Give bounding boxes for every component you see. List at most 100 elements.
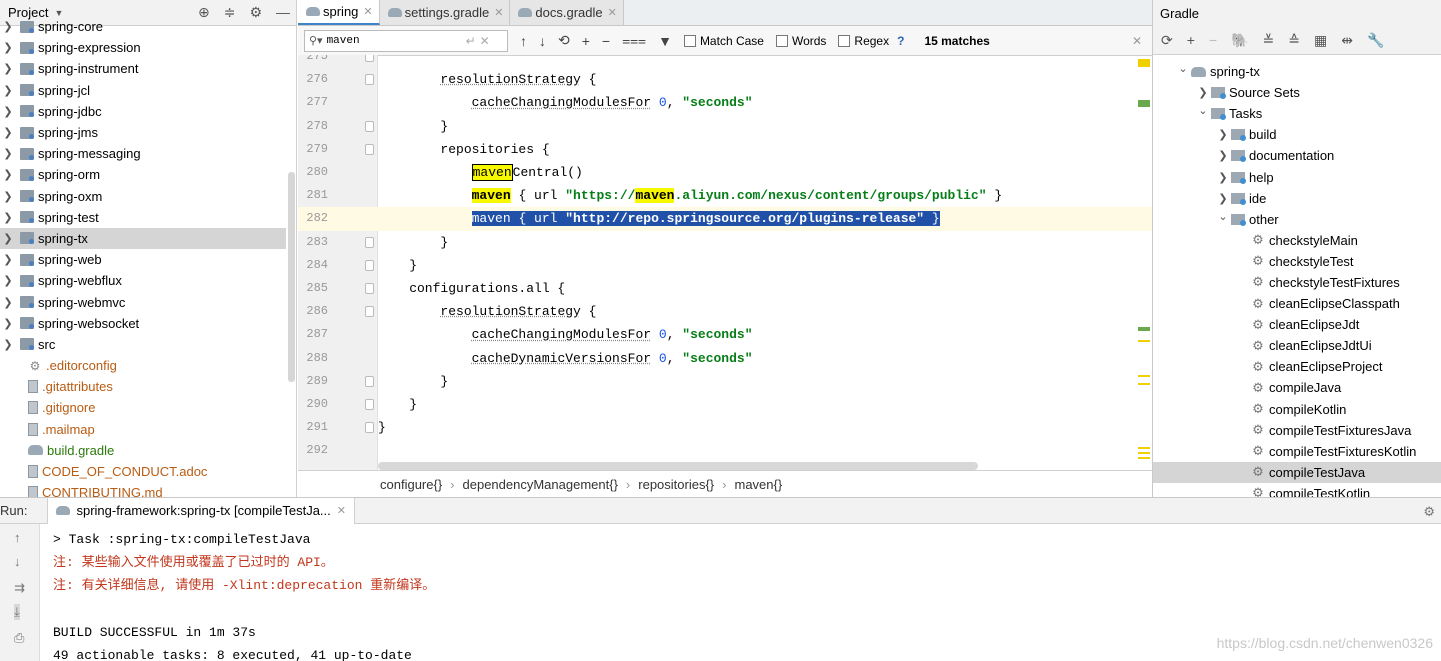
occurrence-marker[interactable] [1138, 375, 1150, 377]
breadcrumb-item[interactable]: dependencyManagement{} [463, 477, 618, 492]
project-tree-item[interactable]: ❯ spring-jms [0, 122, 286, 143]
gradle-tree-item[interactable]: ⚙ checkstyleTestFixtures [1153, 272, 1441, 293]
print-icon[interactable]: ⎙ [14, 630, 24, 646]
wrench-icon[interactable]: 🔧 [1367, 32, 1384, 49]
regex-box[interactable] [838, 34, 851, 47]
gradle-tree-item[interactable]: ⚙ compileTestFixturesJava [1153, 420, 1441, 441]
gradle-tree-item[interactable]: ❯ help [1153, 166, 1441, 187]
project-tree-item[interactable]: ❯ src [0, 334, 286, 355]
words-checkbox[interactable]: Words [775, 34, 826, 48]
project-tree-item[interactable]: ⚙ .editorconfig [0, 355, 286, 376]
project-tree-item[interactable]: ❯ spring-test [0, 207, 286, 228]
code-line[interactable]: 276 resolutionStrategy { [298, 68, 1152, 91]
run-tab-label[interactable]: spring-framework:spring-tx [compileTestJ… [76, 503, 330, 518]
editor-tab-label[interactable]: settings.gradle [405, 5, 490, 20]
scroll-to-end-icon[interactable]: ⤓ [14, 604, 20, 620]
code-line[interactable]: 285 configurations.all { [298, 277, 1152, 300]
chevron-down-icon[interactable]: ⌄ [1215, 210, 1231, 223]
chevron-right-icon[interactable]: ❯ [0, 232, 16, 245]
gradle-tree-item[interactable]: ⚙ compileTestJava [1153, 461, 1441, 483]
chevron-right-icon[interactable]: ❯ [0, 147, 16, 160]
breadcrumb-item[interactable]: maven{} [735, 477, 783, 492]
breadcrumb-item[interactable]: configure{} [380, 477, 442, 492]
code-line[interactable]: 290 } [298, 393, 1152, 416]
code-editor[interactable]: 275 276 resolutionStrategy {277 cacheChan… [298, 55, 1152, 470]
fold-marker-icon[interactable] [365, 55, 374, 62]
project-tree-item[interactable]: ❯ spring-webflux [0, 270, 286, 291]
editor-tab-label[interactable]: spring [323, 4, 358, 19]
previous-occurrence-icon[interactable]: ↑ [520, 33, 527, 49]
project-tree-item[interactable]: ❯ spring-expression [0, 37, 286, 58]
run-tab[interactable]: spring-framework:spring-tx [compileTestJ… [47, 497, 355, 524]
code-line[interactable]: 278 } [298, 115, 1152, 138]
fold-marker-icon[interactable] [365, 259, 374, 271]
editor-tab[interactable]: settings.gradle ✕ [379, 0, 511, 25]
occurrence-marker[interactable] [1138, 452, 1150, 454]
gear-icon[interactable]: ⚙ [1423, 504, 1435, 520]
elephant-icon[interactable]: 🐘 [1231, 32, 1248, 49]
project-tree-item[interactable]: CODE_OF_CONDUCT.adoc [0, 461, 286, 482]
search-icon[interactable]: ⚲▾ [309, 34, 323, 47]
chevron-right-icon[interactable]: ❯ [0, 126, 16, 139]
fold-marker-icon[interactable] [365, 306, 374, 318]
chevron-right-icon[interactable]: ❯ [0, 20, 16, 33]
chevron-right-icon[interactable]: ❯ [0, 41, 16, 54]
editor-tab-label[interactable]: docs.gradle [535, 5, 602, 20]
project-tree-item[interactable]: ❯ spring-web [0, 249, 286, 270]
scroll-down-icon[interactable]: ↓ [14, 554, 21, 569]
filter-icon[interactable]: ▼ [658, 33, 672, 49]
project-scrollbar[interactable] [288, 172, 295, 382]
code-line[interactable]: 280 mavenCentral() [298, 161, 1152, 184]
editor-tab[interactable]: spring ✕ [298, 0, 380, 25]
close-icon[interactable]: ✕ [363, 5, 372, 18]
chevron-down-icon[interactable]: ⌄ [1195, 104, 1211, 117]
fold-marker-icon[interactable] [365, 399, 374, 410]
gradle-tree-item[interactable]: ⚙ cleanEclipseJdtUi [1153, 335, 1441, 356]
chevron-down-icon[interactable]: ⌄ [1175, 62, 1191, 75]
project-tree-item[interactable]: ❯ spring-messaging [0, 143, 286, 164]
code-line[interactable]: 282 maven { url "http://repo.springsourc… [298, 207, 1152, 231]
code-line[interactable]: 277 cacheChangingModulesFor 0, "seconds" [298, 91, 1152, 114]
breadcrumb-item[interactable]: repositories{} [638, 477, 714, 492]
chevron-right-icon[interactable]: ❯ [0, 190, 16, 203]
occurrence-marker[interactable] [1138, 340, 1150, 342]
gradle-tree-item[interactable]: ⚙ compileJava [1153, 377, 1441, 398]
project-tree-item[interactable]: ❯ spring-oxm [0, 186, 286, 207]
gradle-tree-item[interactable]: ❯ build [1153, 124, 1441, 145]
chevron-right-icon[interactable]: ❯ [0, 296, 16, 309]
code-line[interactable]: 286 resolutionStrategy { [298, 300, 1152, 323]
close-icon[interactable]: ✕ [608, 6, 617, 19]
change-marker[interactable] [1138, 100, 1150, 107]
chevron-right-icon[interactable]: ❯ [1215, 128, 1231, 141]
chevron-right-icon[interactable]: ❯ [0, 168, 16, 181]
fold-marker-icon[interactable] [365, 422, 374, 434]
next-occurrence-icon[interactable]: ↓ [539, 33, 546, 49]
project-tree-item[interactable]: ❯ spring-core [0, 16, 286, 37]
gradle-tree-item[interactable]: ⚙ compileTestFixturesKotlin [1153, 441, 1441, 462]
change-marker[interactable] [1138, 327, 1150, 331]
gradle-tree-item[interactable]: ⌄ Tasks [1153, 103, 1441, 124]
project-tree-item[interactable]: ❯ spring-orm [0, 164, 286, 185]
code-line[interactable]: 291} [298, 416, 1152, 439]
clear-icon[interactable]: ✕ [480, 34, 490, 48]
gradle-tree-item[interactable]: ⌄ other [1153, 209, 1441, 230]
project-tree-item[interactable]: ❯ spring-instrument [0, 58, 286, 79]
gradle-tree-item[interactable]: ⚙ compileTestKotlin [1153, 483, 1441, 497]
scroll-up-icon[interactable]: ↑ [14, 530, 21, 545]
occurrence-marker[interactable] [1138, 383, 1150, 385]
editor-horizontal-scrollbar[interactable] [378, 462, 978, 470]
match-case-checkbox[interactable]: Match Case [683, 34, 764, 48]
chevron-right-icon[interactable]: ❯ [1215, 171, 1231, 184]
project-tree-item[interactable]: ❯ spring-websocket [0, 313, 286, 334]
chevron-right-icon[interactable]: ❯ [0, 253, 16, 266]
find-in-path-icon[interactable]: ⟲ [558, 32, 570, 49]
project-tree-item[interactable]: ❯ spring-jcl [0, 80, 286, 101]
gradle-tree-item[interactable]: ⚙ cleanEclipseJdt [1153, 314, 1441, 335]
refresh-icon[interactable]: ⟳ [1161, 32, 1173, 49]
code-line[interactable]: 288 cacheDynamicVersionsFor 0, "seconds" [298, 347, 1152, 370]
fold-marker-icon[interactable] [365, 375, 374, 387]
chevron-right-icon[interactable]: ❯ [1215, 149, 1231, 162]
gradle-tree-item[interactable]: ⚙ cleanEclipseProject [1153, 356, 1441, 377]
chevron-right-icon[interactable]: ❯ [0, 338, 16, 351]
error-stripe[interactable] [1138, 55, 1150, 470]
